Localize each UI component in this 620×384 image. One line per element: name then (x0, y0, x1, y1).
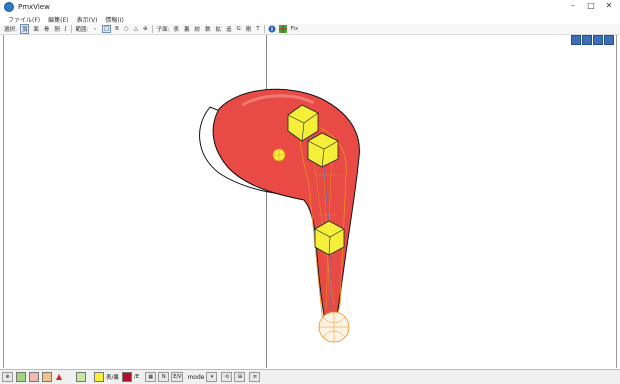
axis-toggle-icon[interactable]: ⊕ (2, 372, 13, 382)
menu-file[interactable]: ファイル(F) (8, 15, 40, 24)
subject-g-button[interactable]: G (236, 26, 242, 32)
mode-dropdown-icon[interactable]: ▾ (206, 372, 218, 382)
menu-info[interactable]: 情報(I) (105, 15, 123, 24)
app-icon (4, 2, 14, 12)
subject-expand-button[interactable]: 拡 (214, 25, 222, 33)
subject-label: 子面: (156, 27, 170, 33)
3d-viewport[interactable] (3, 35, 617, 368)
range-triangle-button[interactable]: △ (133, 26, 139, 32)
edge-color-swatch[interactable] (121, 372, 132, 382)
select-rigid-button[interactable]: 剛 (53, 25, 61, 33)
window-controls: – □ ✕ (564, 0, 618, 12)
toolbar: 選択: 頂 面 骨 剛 J 範囲: ・ □ B ○ △ ⊕ 子面: 表 裏 絞 … (0, 24, 620, 35)
grid-icon[interactable] (278, 25, 287, 33)
color-swatch-lime[interactable] (76, 372, 86, 382)
color-swatch-yellow[interactable] (94, 372, 104, 382)
info-icon[interactable] (268, 25, 276, 33)
subject-rigid-button[interactable]: 剛 (245, 25, 253, 33)
maximize-icon[interactable]: □ (582, 0, 600, 12)
toolbar-divider (151, 25, 153, 33)
front-back-label: 表/裏 (106, 375, 119, 381)
color-swatch-green[interactable] (16, 372, 26, 382)
subject-add-button[interactable]: 追 (225, 25, 233, 33)
normal-toggle-button[interactable]: N (158, 372, 170, 382)
color-swatch-pink[interactable] (29, 372, 39, 382)
view-snap-button[interactable]: ⊞ (234, 372, 246, 382)
edge-label: /E (133, 374, 140, 380)
select-vertex-button[interactable]: 頂 (19, 24, 30, 34)
toolbar-divider (70, 25, 72, 33)
menu-edit[interactable]: 編集(E) (48, 15, 68, 24)
range-target-button[interactable]: ⊕ (142, 26, 149, 32)
window-title: PmxView (18, 3, 50, 11)
hat-body (212, 88, 360, 328)
wire-toggle-button[interactable]: ▦ (145, 372, 157, 382)
range-circle-button[interactable]: ○ (123, 26, 130, 32)
range-point-button[interactable]: ・ (91, 25, 99, 33)
menu-view[interactable]: 表示(V) (77, 15, 98, 24)
view-reset-button[interactable]: ⟲ (221, 372, 233, 382)
menu-bar: ファイル(F) 編集(E) 表示(V) 情報(I) (0, 14, 620, 24)
mode-label: mode (187, 373, 205, 381)
status-bar: ⊕ 表/裏 /E ▦ N E/V mode ▾ ⟲ ⊞ ≡ (0, 369, 620, 384)
ev-select-button[interactable]: E/V (171, 372, 184, 382)
color-swatch-orange[interactable] (42, 372, 52, 382)
subject-front-button[interactable]: 表 (172, 25, 180, 33)
range-bone-button[interactable]: B (114, 26, 120, 32)
range-label: 範囲: (75, 27, 89, 33)
select-face-button[interactable]: 面 (32, 25, 40, 33)
subject-t-button[interactable]: T (255, 26, 260, 32)
select-label: 選択: (4, 27, 17, 33)
view-list-button[interactable]: ≡ (249, 372, 261, 382)
subject-back-button[interactable]: 裏 (183, 25, 191, 33)
title-bar: PmxView – □ ✕ (0, 0, 620, 14)
minimize-icon[interactable]: – (564, 0, 582, 12)
close-icon[interactable]: ✕ (600, 0, 618, 12)
select-joint-button[interactable]: J (64, 26, 68, 32)
warning-triangle-icon[interactable] (56, 374, 62, 380)
select-bone-button[interactable]: 骨 (43, 25, 51, 33)
subject-narrow-button[interactable]: 絞 (193, 25, 201, 33)
fix-button[interactable]: Fix (290, 26, 300, 32)
model-render (199, 88, 360, 343)
toolbar-divider (263, 25, 265, 33)
range-rect-button[interactable]: □ (101, 25, 112, 33)
subject-count-button[interactable]: 数 (204, 25, 212, 33)
